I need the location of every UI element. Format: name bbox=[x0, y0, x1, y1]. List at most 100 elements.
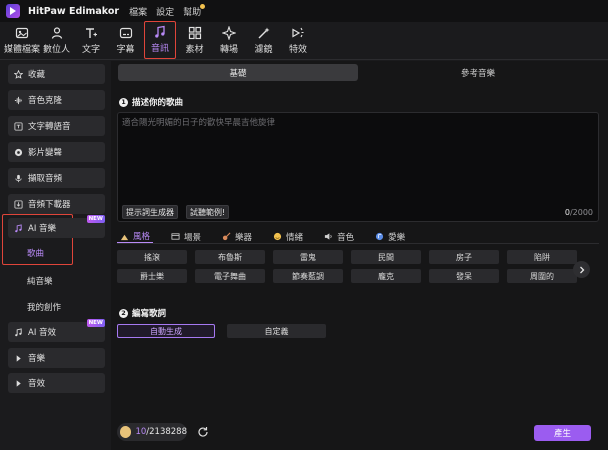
tool-audio-label: 音訊 bbox=[150, 44, 169, 54]
section-describe-song: 1 描述你的歌曲 bbox=[119, 96, 183, 108]
sidebar-subitem-song[interactable]: 歌曲 bbox=[27, 247, 44, 259]
tool-media[interactable]: 媒體檔案 bbox=[4, 23, 40, 59]
chip[interactable]: 電子舞曲 bbox=[195, 269, 265, 283]
category-scene[interactable]: 場景 bbox=[168, 230, 204, 243]
sidebar-item-label: 文字轉語音 bbox=[28, 122, 71, 132]
song-description-input[interactable]: 適合陽光明媚的日子的歡快早晨吉他旋律 提示詞生成器 試聽範例! 0/2000 bbox=[117, 112, 599, 222]
effects-icon bbox=[292, 27, 304, 38]
tool-transition[interactable]: 轉場 bbox=[213, 23, 245, 59]
chip[interactable]: 陷阱 bbox=[507, 250, 577, 264]
step-number: 2 bbox=[119, 308, 128, 318]
clone-icon bbox=[14, 96, 22, 104]
category-label: 場景 bbox=[184, 232, 202, 243]
chip[interactable]: 發呆 bbox=[429, 269, 499, 283]
sidebar-item-label: AI 音效 bbox=[28, 328, 57, 338]
subtitle-icon bbox=[119, 27, 132, 39]
ai-music-panel: 基礎 參考音樂 1 描述你的歌曲 適合陽光明媚的日子的歡快早晨吉他旋律 提示詞生… bbox=[111, 61, 608, 450]
generate-button[interactable]: 產生 bbox=[534, 425, 591, 441]
listen-example-button[interactable]: 試聽範例! bbox=[186, 205, 230, 219]
audio-sidebar: 收藏 音色克隆 文字轉語音 影片變聲 擷取音頻 音頻下載器 AI 音樂 NEW … bbox=[0, 61, 110, 450]
section-title: 描述你的歌曲 bbox=[132, 98, 184, 108]
refresh-icon[interactable] bbox=[197, 426, 209, 438]
smile-icon bbox=[273, 232, 282, 241]
prompt-generator-button[interactable]: 提示詞生成器 bbox=[122, 205, 178, 219]
sidebar-item-music[interactable]: 音樂 bbox=[8, 348, 105, 368]
panel-footer: 10 /2138288 產生 bbox=[111, 422, 608, 442]
credits-used: 10 bbox=[135, 427, 147, 437]
menu-help[interactable]: 幫助 bbox=[183, 3, 206, 18]
chip[interactable]: 雷鬼 bbox=[273, 250, 343, 264]
sidebar-item-label: 影片變聲 bbox=[28, 148, 63, 158]
chip[interactable]: 房子 bbox=[429, 250, 499, 264]
caret-right-icon bbox=[16, 379, 21, 387]
tool-transition-label: 轉場 bbox=[219, 45, 238, 55]
category-favorite[interactable]: 愛樂 bbox=[372, 230, 408, 243]
sidebar-item-label: 擷取音頻 bbox=[28, 174, 63, 184]
chevron-right-icon bbox=[579, 266, 584, 273]
tool-text[interactable]: 文字 bbox=[75, 23, 107, 59]
tool-avatar[interactable]: 數位人 bbox=[41, 23, 73, 59]
placeholder-text: 適合陽光明媚的日子的歡快早晨吉他旋律 bbox=[122, 118, 276, 128]
menu-bar: 檔案 設定 幫助 bbox=[129, 3, 206, 18]
tool-subtitle[interactable]: 字幕 bbox=[110, 23, 142, 59]
credits-total: /2138288 bbox=[146, 427, 187, 437]
custom-lyrics-button[interactable]: 自定義 bbox=[227, 324, 326, 338]
mode-tabs: 基礎 參考音樂 bbox=[118, 64, 598, 81]
chip[interactable]: 布魯斯 bbox=[195, 250, 265, 264]
sidebar-item-ai-music[interactable]: AI 音樂 NEW bbox=[8, 215, 105, 238]
sidebar-item-label: 音色克隆 bbox=[28, 96, 63, 106]
credits-pill: 10 /2138288 bbox=[117, 423, 187, 441]
char-max: /2000 bbox=[569, 208, 593, 217]
chip[interactable]: 周圍的 bbox=[507, 269, 577, 283]
sidebar-item-label: AI 音樂 bbox=[28, 224, 57, 234]
tab-reference-music[interactable]: 參考音樂 bbox=[358, 64, 598, 81]
category-style[interactable]: 風格 bbox=[117, 230, 154, 243]
extract-icon bbox=[15, 174, 22, 182]
sidebar-item-voice-changer[interactable]: 影片變聲 bbox=[8, 142, 105, 162]
menu-settings[interactable]: 設定 bbox=[156, 5, 174, 18]
chip[interactable]: 民間 bbox=[351, 250, 421, 264]
category-instrument[interactable]: 樂器 bbox=[219, 230, 255, 243]
tool-audio[interactable]: 音訊 bbox=[144, 21, 176, 59]
category-timbre[interactable]: 音色 bbox=[321, 230, 357, 243]
menu-file[interactable]: 檔案 bbox=[129, 5, 147, 18]
sidebar-item-extract-audio[interactable]: 擷取音頻 bbox=[8, 168, 105, 188]
download-icon bbox=[14, 199, 23, 209]
sidebar-item-sfx[interactable]: 音效 bbox=[8, 373, 105, 393]
tool-text-label: 文字 bbox=[81, 45, 100, 55]
sidebar-item-label: 音效 bbox=[28, 379, 46, 389]
sidebar-item-audio-downloader[interactable]: 音頻下載器 bbox=[8, 194, 105, 214]
category-label: 音色 bbox=[337, 232, 355, 243]
transition-icon bbox=[222, 26, 236, 40]
tool-effects-label: 特效 bbox=[288, 45, 307, 55]
category-label: 愛樂 bbox=[388, 232, 406, 243]
sidebar-subitem-instrumental[interactable]: 純音樂 bbox=[27, 275, 53, 287]
assets-icon bbox=[188, 26, 201, 40]
chip[interactable]: 龐克 bbox=[351, 269, 421, 283]
sidebar-subitem-my-creations[interactable]: 我的創作 bbox=[27, 301, 61, 313]
tool-assets-label: 素材 bbox=[185, 45, 204, 55]
sidebar-item-voice-clone[interactable]: 音色克隆 bbox=[8, 90, 105, 110]
chip[interactable]: 爵士樂 bbox=[117, 269, 187, 283]
tool-effects[interactable]: 特效 bbox=[282, 23, 314, 59]
star-icon bbox=[14, 69, 23, 79]
tab-basic[interactable]: 基礎 bbox=[118, 64, 358, 81]
title-bar: HitPaw Edimakor 檔案 設定 幫助 bbox=[0, 0, 608, 22]
chip[interactable]: 節奏藍調 bbox=[273, 269, 343, 283]
auto-generate-button[interactable]: 自動生成 bbox=[117, 324, 215, 338]
category-tabs: 風格 場景 樂器 情緒 音色 愛樂 bbox=[117, 230, 599, 244]
step-number: 1 bbox=[119, 97, 128, 107]
next-chips-button[interactable] bbox=[573, 261, 590, 278]
sidebar-item-ai-sfx[interactable]: AI 音效 NEW bbox=[8, 319, 105, 342]
music-favorite-icon bbox=[375, 232, 384, 241]
sidebar-item-text-to-speech[interactable]: 文字轉語音 bbox=[8, 116, 105, 136]
tool-filter[interactable]: 濾鏡 bbox=[248, 23, 280, 59]
new-badge: NEW bbox=[86, 319, 105, 327]
notification-dot bbox=[200, 3, 206, 9]
category-mood[interactable]: 情緒 bbox=[270, 230, 306, 243]
tool-filter-label: 濾鏡 bbox=[254, 45, 273, 55]
tool-assets[interactable]: 素材 bbox=[179, 23, 211, 59]
section-title: 編寫歌詞 bbox=[132, 309, 167, 319]
sidebar-item-favorites[interactable]: 收藏 bbox=[8, 64, 105, 84]
chip[interactable]: 搖滾 bbox=[117, 250, 187, 264]
